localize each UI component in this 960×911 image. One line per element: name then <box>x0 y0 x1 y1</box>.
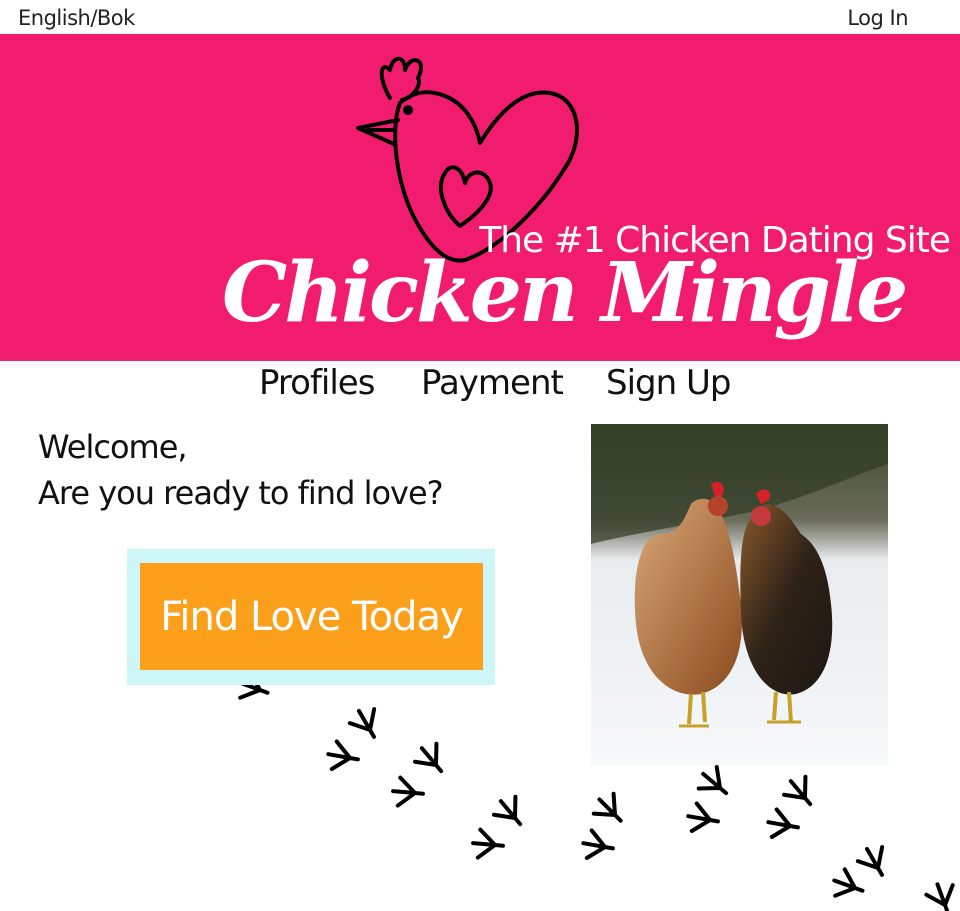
two-chickens-in-snow-photo <box>591 424 888 765</box>
cta-frame: Find Love Today <box>127 549 495 685</box>
top-bar: English/Bok Log In <box>0 0 960 34</box>
find-love-button[interactable]: Find Love Today <box>140 563 483 670</box>
language-toggle-link[interactable]: English/Bok <box>18 6 135 30</box>
login-link[interactable]: Log In <box>847 6 908 30</box>
brand-name-logo[interactable]: Chicken Mingle <box>222 252 908 334</box>
nav-item-payment[interactable]: Payment <box>421 363 564 403</box>
header-banner: The #1 Chicken Dating Site Chicken Mingl… <box>0 34 960 361</box>
nav-item-profiles[interactable]: Profiles <box>259 363 375 403</box>
welcome-message: Welcome, Are you ready to find love? <box>38 424 444 516</box>
nav-item-sign-up[interactable]: Sign Up <box>606 363 731 403</box>
main-nav: Profiles Payment Sign Up <box>0 361 960 405</box>
welcome-line-2: Are you ready to find love? <box>38 474 444 512</box>
welcome-line-1: Welcome, <box>38 428 188 466</box>
